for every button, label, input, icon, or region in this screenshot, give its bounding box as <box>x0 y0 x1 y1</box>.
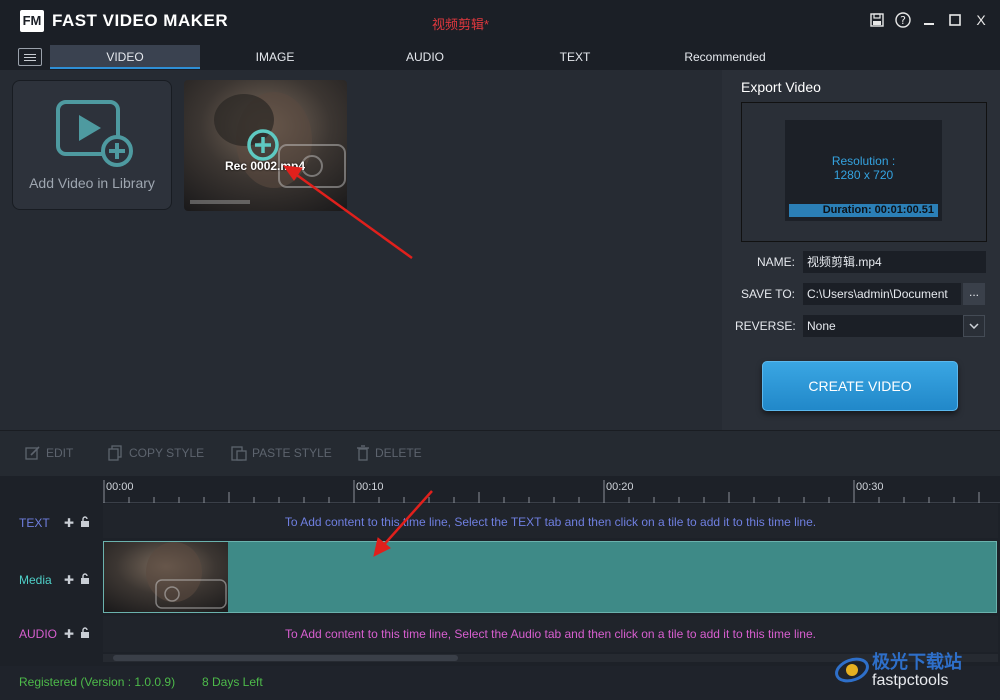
export-title: Export Video <box>741 79 821 95</box>
delete-button[interactable]: DELETE <box>356 445 422 461</box>
maximize-icon[interactable] <box>946 10 964 30</box>
reverse-label: REVERSE: <box>735 319 796 333</box>
tab-image[interactable]: IMAGE <box>200 45 350 69</box>
tick-label: 00:30 <box>856 481 884 493</box>
tick-label: 00:00 <box>106 481 134 493</box>
media-clip[interactable] <box>103 541 997 613</box>
copy-icon <box>108 445 122 461</box>
edit-button[interactable]: EDIT <box>25 445 73 461</box>
export-panel: Export Video Resolution : 1280 x 720 Dur… <box>722 70 1000 430</box>
video-filename: Rec 0002.mp4 <box>225 159 306 173</box>
audio-track-hint: To Add content to this time line, Select… <box>285 627 816 641</box>
copy-style-button[interactable]: COPY STYLE <box>108 445 204 461</box>
lock-icon[interactable] <box>80 516 90 530</box>
watermark-en: fastpctools <box>872 672 949 689</box>
name-field[interactable]: 视频剪辑.mp4 <box>803 251 986 273</box>
minimize-icon[interactable] <box>920 10 938 30</box>
edit-toolbar: EDIT COPY STYLE PASTE STYLE DELETE <box>0 430 1000 476</box>
clip-thumbnail <box>104 542 228 612</box>
title-bar: FM FAST VIDEO MAKER 视频剪辑* ? X <box>0 0 1000 42</box>
tick-label: 00:10 <box>356 481 384 493</box>
watermark-cn: 极光下载站 <box>872 652 962 672</box>
video-library: Add Video in Library Rec 0002.mp4 <box>0 70 722 430</box>
add-video-label: Add Video in Library <box>29 175 155 191</box>
menu-icon[interactable] <box>18 48 42 66</box>
video-tile[interactable]: Rec 0002.mp4 <box>184 80 347 211</box>
resolution-value: 1280 x 720 <box>833 168 894 182</box>
edit-label: EDIT <box>46 446 74 460</box>
audio-track[interactable]: To Add content to this time line, Select… <box>103 616 998 652</box>
trash-icon <box>357 445 369 461</box>
paste-style-label: PASTE STYLE <box>252 446 332 460</box>
add-video-tile[interactable]: Add Video in Library <box>12 80 172 210</box>
edit-icon <box>25 446 40 460</box>
text-track[interactable]: To Add content to this time line, Select… <box>103 504 998 538</box>
add-icon[interactable]: ✚ <box>64 516 74 530</box>
tab-bar: VIDEO IMAGE AUDIO TEXT Recommended <box>0 42 1000 70</box>
paste-icon <box>231 446 247 461</box>
browse-button[interactable]: ... <box>963 283 985 305</box>
save-to-field[interactable]: C:\Users\admin\Document <box>803 283 961 305</box>
add-icon[interactable]: ✚ <box>64 627 74 641</box>
timeline-ruler[interactable]: 00:00 00:10 00:20 00:30 <box>103 476 1000 503</box>
audio-track-label: AUDIO <box>19 627 58 641</box>
timeline: 00:00 00:10 00:20 00:30 TEXT ✚ To Add co… <box>0 476 1000 666</box>
resolution-label: Resolution : <box>831 154 896 168</box>
reverse-select[interactable]: None <box>803 315 963 337</box>
text-track-hint: To Add content to this time line, Select… <box>284 515 817 529</box>
copy-style-label: COPY STYLE <box>129 446 205 460</box>
save-to-label: SAVE TO: <box>740 287 795 301</box>
add-to-timeline-icon[interactable] <box>247 129 279 161</box>
chevron-down-icon[interactable] <box>963 315 985 337</box>
name-label: NAME: <box>756 255 795 269</box>
svg-text:?: ? <box>900 14 906 27</box>
tick-label: 00:20 <box>606 481 634 493</box>
project-title: 视频剪辑* <box>432 17 490 32</box>
duration-bar: Duration: 00:01:00.51 <box>789 204 938 217</box>
registered-status: Registered (Version : 1.0.0.9) <box>19 675 176 689</box>
add-video-icon <box>56 100 133 167</box>
watermark-logo: 极光下载站 fastpctools <box>832 648 992 696</box>
tab-recommended[interactable]: Recommended <box>650 45 800 69</box>
paste-style-button[interactable]: PASTE STYLE <box>231 445 332 461</box>
tab-video[interactable]: VIDEO <box>50 45 200 69</box>
add-icon[interactable]: ✚ <box>64 573 74 587</box>
watermark-icon <box>835 657 869 683</box>
days-left: 8 Days Left <box>202 675 263 689</box>
tab-audio[interactable]: AUDIO <box>350 45 500 69</box>
app-logo: FM <box>20 10 44 32</box>
help-icon[interactable]: ? <box>894 10 912 30</box>
save-icon[interactable] <box>868 10 886 30</box>
export-preview: Resolution : 1280 x 720 Duration: 00:01:… <box>741 102 987 242</box>
app-title: FAST VIDEO MAKER <box>52 11 229 30</box>
lock-icon[interactable] <box>80 627 90 641</box>
lock-icon[interactable] <box>80 573 90 587</box>
create-video-button[interactable]: CREATE VIDEO <box>762 361 958 411</box>
close-icon[interactable]: X <box>972 10 990 30</box>
scroll-thumb[interactable] <box>113 655 458 661</box>
text-track-label: TEXT <box>19 516 50 530</box>
media-track-label: Media <box>19 573 52 587</box>
delete-label: DELETE <box>375 446 422 460</box>
tab-text[interactable]: TEXT <box>500 45 650 69</box>
